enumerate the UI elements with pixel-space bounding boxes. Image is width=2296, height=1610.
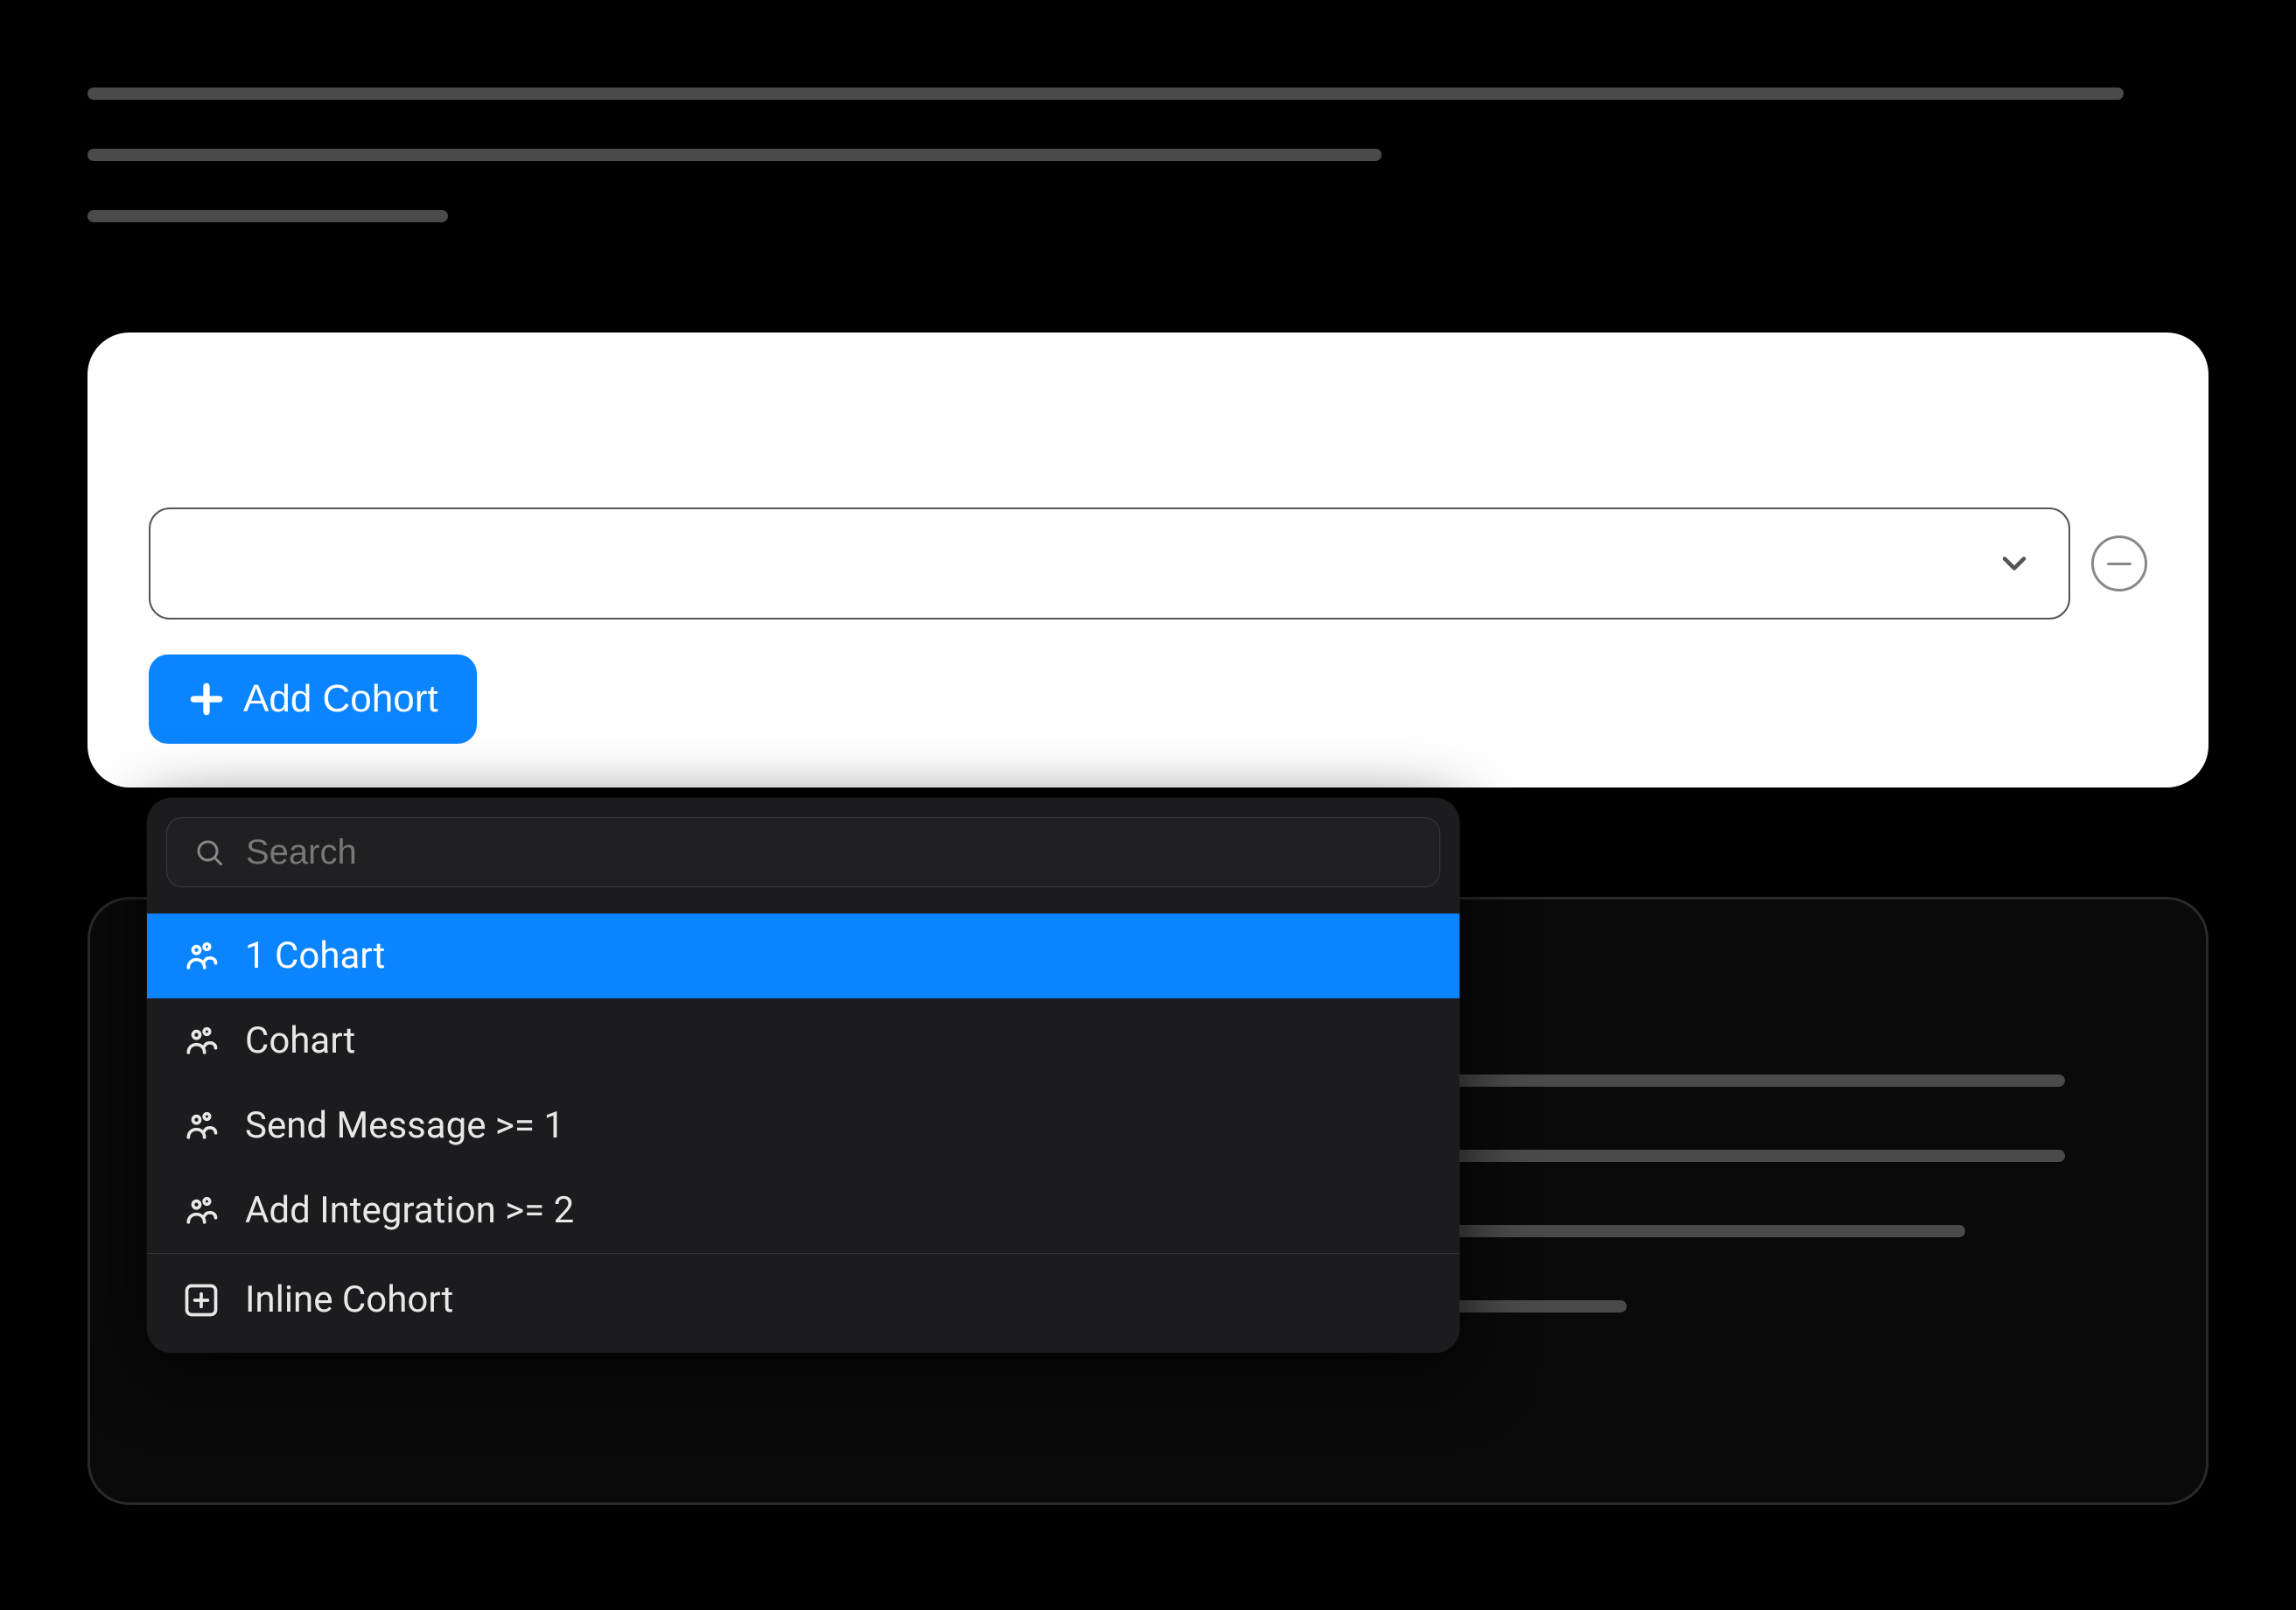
dropdown-item-label: Add Integration >= 2 [245,1189,574,1232]
cohort-select-row [149,508,2147,620]
search-icon [193,836,225,868]
inline-cohort-label: Inline Cohort [245,1278,453,1321]
search-box[interactable] [166,817,1440,887]
dropdown-item-1-cohart[interactable]: 1 Cohart [147,914,1460,998]
cohort-icon [182,1192,220,1230]
cohort-select-field[interactable] [149,508,2070,620]
dropdown-item-label: Send Message >= 1 [245,1104,564,1147]
search-input[interactable] [246,833,1413,872]
skeleton-placeholder-top [88,88,2208,271]
skeleton-line [88,210,448,222]
add-cohort-button[interactable]: Add Cohort [149,654,477,744]
skeleton-line [88,88,2124,100]
add-cohort-label: Add Cohort [243,677,438,721]
chevron-down-icon [1995,544,2034,583]
dropdown-list: 1 Cohart Cohart Send Message >= 1 [147,914,1460,1253]
cohort-dropdown-panel: 1 Cohart Cohart Send Message >= 1 [147,798,1460,1353]
cohort-icon [182,1022,220,1060]
skeleton-line [88,149,1382,161]
cohort-config-card: Add Cohort [88,332,2208,788]
plus-icon [187,680,226,718]
dropdown-item-label: Cohart [245,1019,355,1062]
plus-square-icon [182,1281,220,1320]
cohort-icon [182,937,220,976]
dropdown-item-add-integration[interactable]: Add Integration >= 2 [147,1168,1460,1253]
cohort-icon [182,1107,220,1145]
dropdown-item-label: 1 Cohart [245,934,385,977]
minus-icon [2107,563,2132,565]
dropdown-item-send-message[interactable]: Send Message >= 1 [147,1083,1460,1168]
inline-cohort-option[interactable]: Inline Cohort [147,1254,1460,1353]
dropdown-item-cohart[interactable]: Cohart [147,998,1460,1083]
remove-button[interactable] [2091,536,2147,592]
